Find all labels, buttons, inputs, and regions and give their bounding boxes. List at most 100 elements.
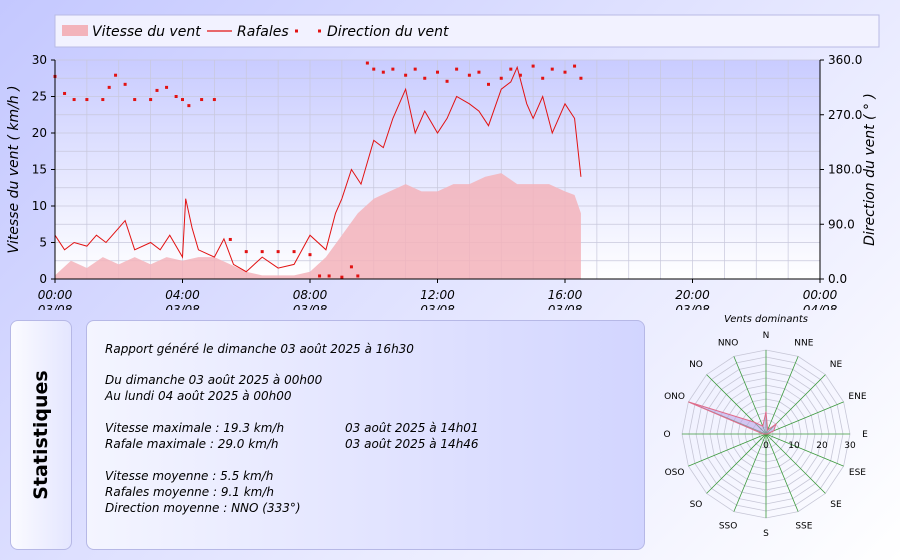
- x-tick-date-label: 03/08: [38, 303, 73, 310]
- y-tick-label: 25: [32, 90, 47, 104]
- direction-point: [372, 67, 376, 71]
- y-tick-label: 5: [39, 236, 47, 250]
- rose-ring-label: 10: [788, 441, 800, 451]
- direction-point: [327, 274, 331, 278]
- max-speed-time: 03 août 2025 à 14h01: [345, 421, 479, 435]
- direction-point: [391, 67, 395, 71]
- rose-direction-label: ONO: [664, 392, 685, 402]
- direction-point: [487, 82, 490, 86]
- direction-point: [72, 98, 76, 102]
- direction-point: [467, 73, 471, 77]
- y-right-tick-label: 180.0: [828, 163, 862, 177]
- y-tick-label: 10: [32, 199, 47, 213]
- y-right-tick-label: 90.0: [828, 217, 855, 231]
- direction-point: [174, 95, 178, 98]
- x-tick-time-label: 20:00: [675, 288, 710, 302]
- legend-label: Vitesse du vent: [92, 24, 201, 40]
- direction-point: [276, 250, 280, 254]
- direction-point: [101, 98, 105, 102]
- period-start-line: Du dimanche 03 août 2025 à 00h00: [105, 373, 323, 387]
- y-right-tick-label: 270.0: [828, 108, 862, 122]
- direction-point: [531, 64, 535, 68]
- y-right-tick-label: 360.0: [828, 53, 862, 67]
- direction-point: [563, 70, 567, 74]
- direction-point: [228, 237, 232, 241]
- rose-direction-label: E: [862, 430, 868, 440]
- report-generated-line: Rapport généré le dimanche 03 août 2025 …: [105, 342, 414, 356]
- rose-direction-label: N: [763, 331, 770, 341]
- period-end-line: Au lundi 04 août 2025 à 00h00: [105, 389, 292, 403]
- wind-rose-title: Vents dominants: [724, 314, 808, 325]
- x-tick-time-label: 00:00: [38, 288, 73, 302]
- x-tick-time-label: 16:00: [548, 288, 583, 302]
- direction-point: [260, 250, 264, 254]
- rose-spoke: [706, 433, 767, 494]
- direction-point: [244, 250, 248, 254]
- legend-label: Rafales: [237, 24, 289, 40]
- direction-point: [212, 98, 216, 102]
- x-tick-time-label: 04:00: [165, 288, 200, 302]
- rose-direction-label: SSE: [795, 521, 812, 531]
- direction-point: [423, 76, 427, 80]
- direction-point: [200, 98, 204, 102]
- rose-direction-label: NE: [830, 360, 843, 370]
- direction-point: [509, 67, 513, 71]
- rose-ring-label: 20: [816, 441, 828, 451]
- rose-direction-label: OSO: [665, 468, 685, 478]
- legend-swatch-area: [62, 25, 88, 36]
- max-speed-line: Vitesse maximale : 19.3 km/h: [105, 421, 285, 435]
- direction-point: [340, 275, 344, 279]
- y-tick-label: 30: [32, 53, 47, 67]
- wind-rose: Vents dominants 0 10 20 30 N NNE NE ENE E ESE SE SSE…: [663, 314, 868, 539]
- rose-direction-label: NNE: [794, 339, 813, 349]
- direction-point: [404, 73, 408, 77]
- x-tick-date-label: 03/08: [165, 303, 200, 310]
- rose-direction-label: SSO: [719, 521, 738, 531]
- y-tick-label: 20: [32, 126, 47, 140]
- direction-point: [381, 70, 385, 74]
- rose-direction-label: SE: [830, 500, 842, 510]
- wind-chart: 0510152025300.090.0180.0270.0360.000:000…: [6, 14, 880, 310]
- direction-point: [579, 76, 583, 80]
- rose-direction-label: NO: [689, 360, 703, 370]
- legend-swatch-point: [295, 29, 298, 33]
- direction-point: [149, 98, 153, 102]
- y-right-axis-title: Direction du vent ( ° ): [862, 93, 878, 246]
- direction-point: [436, 70, 439, 74]
- rose-direction-label: NNO: [718, 339, 739, 349]
- avg-direction-line: Direction moyenne : NNO (333°): [105, 501, 301, 515]
- direction-point: [573, 64, 577, 68]
- direction-point: [133, 98, 137, 102]
- direction-point: [107, 85, 111, 89]
- direction-point: [518, 73, 522, 77]
- direction-point: [114, 73, 118, 77]
- x-tick-time-label: 12:00: [420, 288, 455, 302]
- legend-label: Direction du vent: [327, 24, 449, 40]
- direction-point: [63, 91, 67, 95]
- statistics-side-label: Statistiques: [10, 320, 72, 550]
- direction-point: [85, 98, 89, 102]
- direction-point: [541, 76, 545, 80]
- avg-gust-line: Rafales moyenne : 9.1 km/h: [105, 485, 275, 499]
- direction-point: [499, 76, 503, 80]
- direction-point: [455, 67, 459, 71]
- direction-point: [550, 67, 554, 71]
- rose-direction-label: S: [763, 529, 769, 539]
- direction-point: [308, 253, 312, 257]
- x-tick-time-label: 00:00: [803, 288, 838, 302]
- direction-point: [445, 79, 449, 83]
- legend-swatch-point: [318, 29, 321, 33]
- direction-point: [413, 67, 417, 71]
- max-gust-time: 03 août 2025 à 14h46: [345, 437, 479, 451]
- direction-point: [123, 82, 127, 86]
- avg-speed-line: Vitesse moyenne : 5.5 km/h: [105, 469, 274, 483]
- direction-point: [365, 61, 369, 65]
- y-tick-label: 0: [39, 272, 47, 286]
- x-tick-date-label: 03/08: [293, 303, 328, 310]
- direction-point: [292, 250, 296, 254]
- y-right-tick-label: 0.0: [828, 272, 847, 286]
- direction-point: [187, 104, 191, 108]
- y-axis-title: Vitesse du vent ( km/h ): [6, 85, 22, 253]
- rose-direction-label: ENE: [848, 392, 866, 402]
- x-tick-date-label: 03/08: [548, 303, 583, 310]
